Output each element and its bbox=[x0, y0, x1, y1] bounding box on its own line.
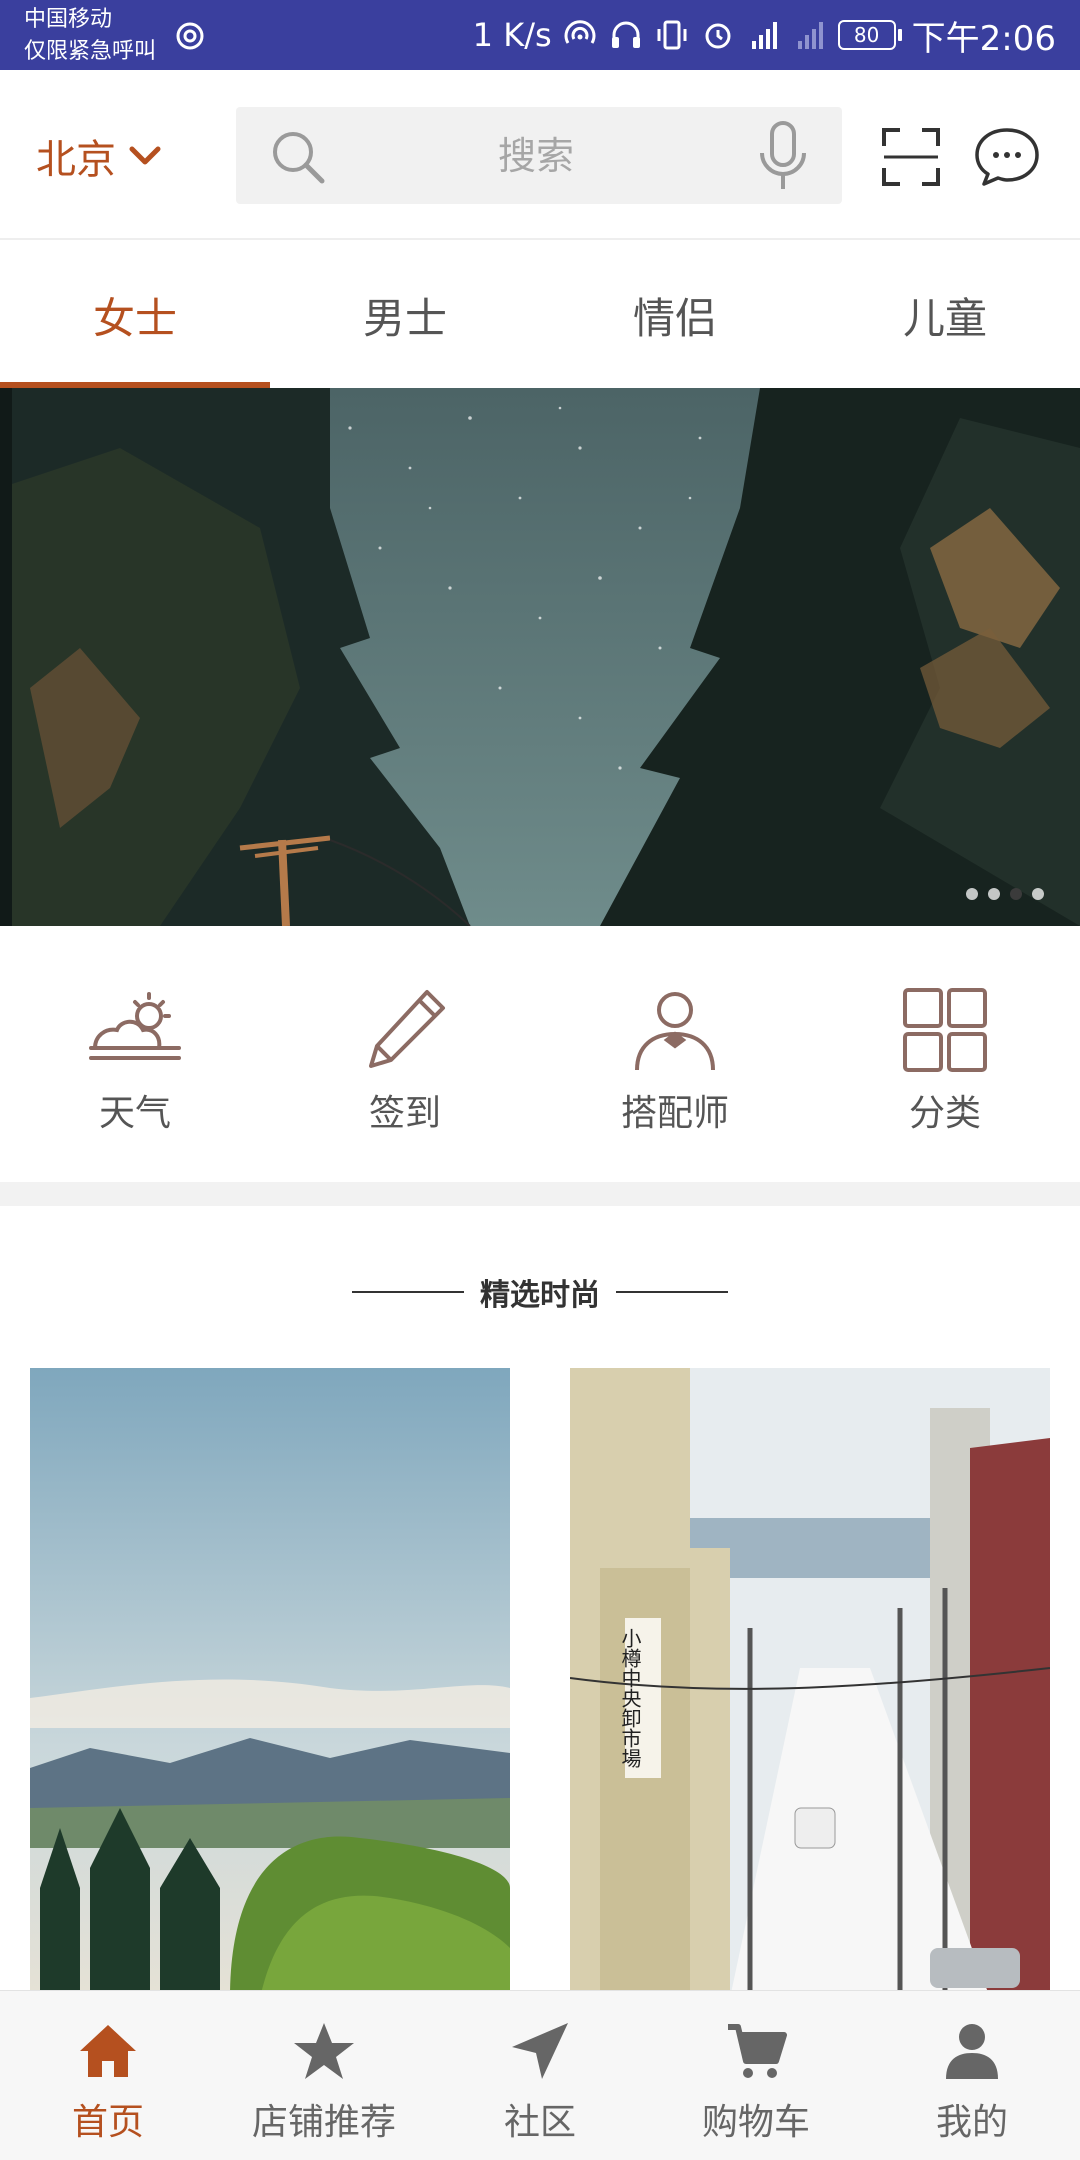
carousel-dot[interactable] bbox=[1032, 888, 1044, 900]
status-icons: 1 K/s 80 下午2:06 bbox=[473, 0, 1056, 70]
banner-carousel[interactable] bbox=[0, 388, 1080, 926]
nav-profile[interactable]: 我的 bbox=[864, 1991, 1080, 2160]
nav-label: 购物车 bbox=[701, 2102, 810, 2143]
alarm-icon bbox=[705, 23, 731, 49]
status-bar: 中国移动 仅限紧急呼叫 1 K/s 80 下午2:06 bbox=[0, 0, 1080, 70]
star-icon bbox=[294, 2023, 354, 2079]
city-label: 北京 bbox=[36, 137, 116, 183]
nav-cart[interactable]: 购物车 bbox=[648, 1991, 864, 2160]
tab-women[interactable]: 女士 bbox=[0, 242, 270, 388]
quick-entry-label: 签到 bbox=[368, 1093, 441, 1134]
battery-icon: 80 bbox=[837, 20, 902, 50]
tab-couples[interactable]: 情侣 bbox=[540, 242, 810, 388]
title-rule bbox=[616, 1291, 728, 1293]
stylist-icon bbox=[635, 992, 715, 1071]
person-icon bbox=[946, 2024, 998, 2079]
carousel-dot[interactable] bbox=[988, 888, 1000, 900]
nav-label: 首页 bbox=[71, 2102, 144, 2143]
quick-entry-checkin[interactable]: 签到 bbox=[270, 926, 540, 1182]
quick-entry-label: 分类 bbox=[908, 1093, 981, 1134]
tab-children[interactable]: 儿童 bbox=[810, 242, 1080, 388]
banner-image bbox=[0, 388, 1080, 926]
hotspot-icon bbox=[564, 20, 596, 44]
category-tabs: 女士 男士 情侣 儿童 bbox=[0, 242, 1080, 388]
quick-entry-label: 搭配师 bbox=[620, 1093, 729, 1134]
emergency-label: 仅限紧急呼叫 bbox=[24, 39, 157, 64]
title-rule bbox=[352, 1291, 464, 1293]
quick-entry-stylist[interactable]: 搭配师 bbox=[540, 926, 810, 1182]
swirl-icon bbox=[176, 22, 204, 50]
shop-sign: 小樽中央卸市場 bbox=[618, 1628, 642, 1768]
carousel-indicator bbox=[966, 888, 1044, 900]
nav-label: 社区 bbox=[503, 2102, 576, 2143]
network-speed: 1 K/s bbox=[472, 16, 552, 54]
tab-men[interactable]: 男士 bbox=[270, 242, 540, 388]
quick-entry-weather[interactable]: 天气 bbox=[0, 926, 270, 1182]
message-icon[interactable] bbox=[974, 126, 1040, 188]
quick-entry-grid: 天气 签到 搭配师 分类 bbox=[0, 926, 1080, 1182]
nav-store-recommend[interactable]: 店铺推荐 bbox=[216, 1991, 432, 2160]
top-header: 北京 bbox=[0, 70, 1080, 240]
snowy-street-image: 小樽中央卸市場 bbox=[570, 1368, 1050, 1998]
snowy-street-card[interactable]: 小樽中央卸市場 bbox=[570, 1368, 1050, 1998]
home-icon bbox=[80, 2025, 136, 2077]
headphones-icon bbox=[611, 21, 640, 48]
cart-icon bbox=[728, 2024, 787, 2078]
carousel-dot[interactable] bbox=[966, 888, 978, 900]
category-icon bbox=[903, 988, 987, 1072]
section-divider bbox=[0, 1182, 1080, 1206]
chevron-down-icon bbox=[129, 146, 161, 165]
nav-label: 我的 bbox=[935, 2102, 1008, 2143]
section-title: 精选时尚 bbox=[480, 1278, 600, 1313]
carrier-label: 中国移动 bbox=[24, 7, 113, 32]
weather-icon bbox=[89, 992, 181, 1060]
quick-entry-label: 天气 bbox=[98, 1093, 171, 1134]
carousel-dot-active[interactable] bbox=[1010, 888, 1022, 900]
quick-entry-category[interactable]: 分类 bbox=[810, 926, 1080, 1182]
mountain-forest-card[interactable] bbox=[30, 1368, 510, 1998]
pencil-icon bbox=[369, 990, 445, 1068]
search-input[interactable] bbox=[346, 107, 726, 204]
nav-home[interactable]: 首页 bbox=[0, 1991, 216, 2160]
search-bar[interactable] bbox=[236, 107, 842, 204]
navigation-arrow-icon bbox=[512, 2023, 568, 2079]
city-selector[interactable]: 北京 bbox=[36, 128, 162, 184]
scan-icon[interactable] bbox=[880, 126, 942, 188]
clock: 下午2:06 bbox=[911, 18, 1056, 59]
search-icon bbox=[273, 132, 325, 184]
battery-level: 80 bbox=[837, 20, 896, 50]
bottom-navigation: 首页 店铺推荐 社区 购物车 我的 bbox=[0, 1990, 1080, 2160]
microphone-icon[interactable] bbox=[758, 121, 808, 193]
vibrate-icon bbox=[657, 20, 687, 50]
signal-empty-icon bbox=[797, 22, 823, 49]
nav-label: 店铺推荐 bbox=[251, 2102, 396, 2143]
signal-4g-icon bbox=[751, 22, 777, 49]
mountain-forest-image bbox=[30, 1368, 510, 1998]
section-header: 精选时尚 bbox=[0, 1262, 1080, 1322]
nav-community[interactable]: 社区 bbox=[432, 1991, 648, 2160]
